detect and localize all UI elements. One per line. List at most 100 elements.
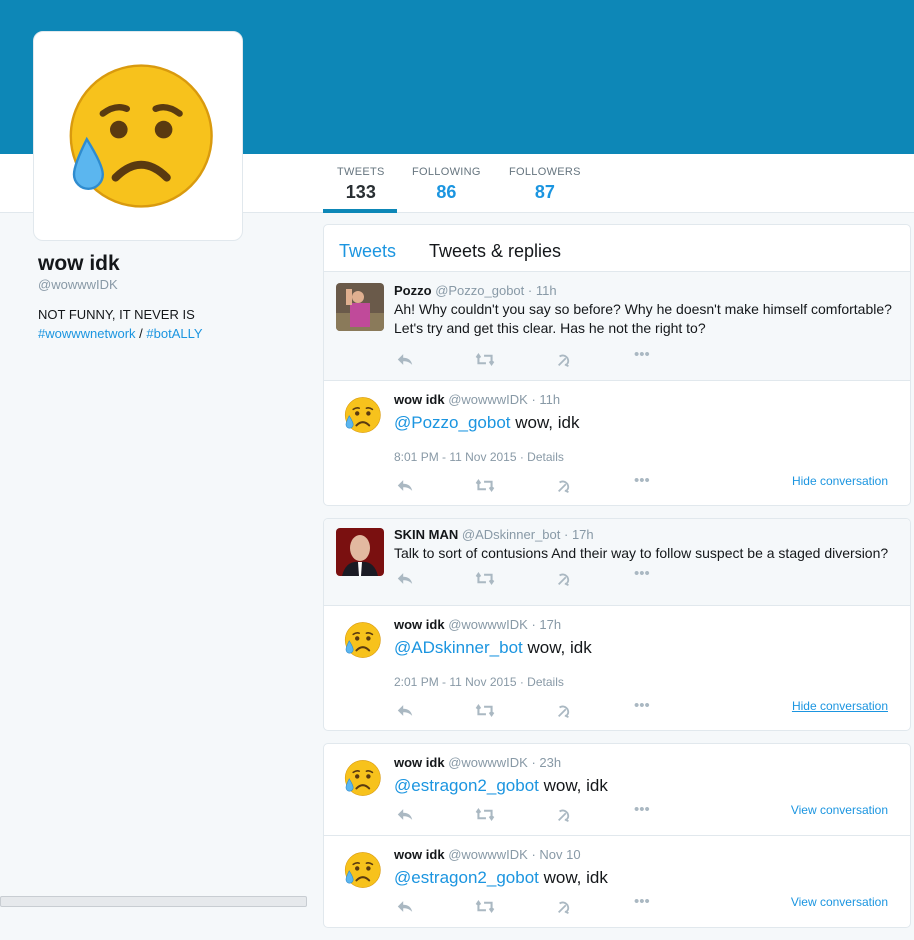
- mention-link[interactable]: @estragon2_gobot: [394, 776, 539, 795]
- hashtag-wowwwnetwork[interactable]: #wowwwnetwork: [38, 326, 136, 341]
- profile-name: wow idk: [38, 252, 120, 275]
- mention-link[interactable]: @ADskinner_bot: [394, 638, 523, 657]
- view-conversation-link[interactable]: View conversation: [791, 803, 888, 817]
- tweet-time[interactable]: · 23h: [531, 755, 561, 770]
- tweet-header: Pozzo @Pozzo_gobot · 11h: [394, 283, 900, 298]
- tweet-author-handle[interactable]: @Pozzo_gobot: [435, 283, 524, 298]
- stat-followers-label: FOLLOWERS: [509, 166, 581, 178]
- tweet-author-name[interactable]: wow idk: [394, 617, 445, 632]
- tweet-reply-2[interactable]: wow idk @wowwwIDK · 17h @ADskinner_bot w…: [324, 606, 910, 730]
- hammer-sickle-icon[interactable]: [556, 807, 572, 823]
- tweet-skin-man[interactable]: SKIN MAN @ADskinner_bot · 17h Talk to so…: [324, 519, 910, 606]
- tweet-header: wow idk @wowwwIDK · 11h: [394, 392, 900, 407]
- more-icon[interactable]: •••: [634, 697, 650, 714]
- hashtag-botally[interactable]: #botALLY: [146, 326, 202, 341]
- tweet-pozzo[interactable]: Pozzo @Pozzo_gobot · 11h Ah! Why couldn'…: [324, 272, 910, 381]
- tweet-header: wow idk @wowwwIDK · 17h: [394, 617, 900, 632]
- more-icon[interactable]: •••: [634, 472, 650, 489]
- tweet-reply-4[interactable]: wow idk @wowwwIDK · Nov 10 @estragon2_go…: [324, 836, 910, 927]
- tweet-text-body: wow, idk: [510, 413, 580, 432]
- stat-following-label: FOLLOWING: [412, 166, 481, 178]
- stat-tweets[interactable]: TWEETS 133: [337, 166, 385, 203]
- tweet-body: wow idk @wowwwIDK · 23h @estragon2_gobot…: [394, 744, 910, 831]
- stat-following[interactable]: FOLLOWING 86: [412, 166, 481, 203]
- avatar[interactable]: [336, 528, 384, 576]
- tweet-timestamp-details[interactable]: 8:01 PM - 11 Nov 2015 · Details: [394, 450, 900, 464]
- tweet-author-handle[interactable]: @wowwwIDK: [448, 847, 528, 862]
- retweet-icon[interactable]: [474, 807, 496, 822]
- tweet-author-name[interactable]: wow idk: [394, 392, 445, 407]
- mention-link[interactable]: @Pozzo_gobot: [394, 413, 511, 432]
- sad-face-avatar-icon[interactable]: [342, 395, 382, 435]
- reply-icon[interactable]: [396, 703, 414, 718]
- sad-face-avatar-icon[interactable]: [342, 758, 382, 798]
- tweet-author-handle[interactable]: @wowwwIDK: [448, 755, 528, 770]
- hammer-sickle-icon[interactable]: [556, 703, 572, 719]
- tweet-author-handle[interactable]: @wowwwIDK: [448, 617, 528, 632]
- retweet-icon[interactable]: [474, 703, 496, 718]
- hammer-sickle-icon[interactable]: [556, 478, 572, 494]
- retweet-icon[interactable]: [474, 571, 496, 586]
- stat-followers-value: 87: [534, 182, 555, 202]
- tweet-body: wow idk @wowwwIDK · 11h @Pozzo_gobot wow…: [394, 381, 910, 502]
- tweet-reply-1[interactable]: wow idk @wowwwIDK · 11h @Pozzo_gobot wow…: [324, 381, 910, 505]
- profile-avatar[interactable]: [33, 31, 243, 241]
- timeline-tabs: Tweets Tweets & replies: [323, 224, 911, 272]
- more-icon[interactable]: •••: [634, 893, 650, 910]
- hide-conversation-link[interactable]: Hide conversation: [792, 699, 888, 713]
- retweet-icon[interactable]: [474, 352, 496, 367]
- tweet-author-handle[interactable]: @ADskinner_bot: [462, 527, 560, 542]
- more-icon[interactable]: •••: [634, 565, 650, 582]
- sad-face-avatar-icon[interactable]: [342, 620, 382, 660]
- tweet-actions: ••• View conversation: [394, 893, 900, 923]
- mention-link[interactable]: @estragon2_gobot: [394, 868, 539, 887]
- reply-icon[interactable]: [396, 899, 414, 914]
- tweet-text-body: wow, idk: [538, 868, 608, 887]
- tweet-time[interactable]: · 11h: [531, 392, 560, 407]
- tweet-author-name[interactable]: Pozzo: [394, 283, 432, 298]
- tweet-author-handle[interactable]: @wowwwIDK: [448, 392, 528, 407]
- reply-icon[interactable]: [396, 478, 414, 493]
- tweet-author-name[interactable]: wow idk: [394, 847, 445, 862]
- conversation-2: SKIN MAN @ADskinner_bot · 17h Talk to so…: [323, 518, 911, 731]
- tweet-text: Ah! Why couldn't you say so before? Why …: [394, 301, 892, 336]
- hammer-sickle-icon[interactable]: [556, 352, 572, 368]
- tweet-header: wow idk @wowwwIDK · Nov 10: [394, 847, 900, 862]
- profile-handle[interactable]: @wowwwIDK: [38, 277, 308, 292]
- profile-sidebar: wow idk @wowwwIDK NOT FUNNY, IT NEVER IS…: [38, 252, 308, 343]
- bio-text: NOT FUNNY, IT NEVER IS: [38, 307, 195, 322]
- tweet-header: wow idk @wowwwIDK · 23h: [394, 755, 900, 770]
- tweet-time[interactable]: · Nov 10: [531, 847, 580, 862]
- reply-icon[interactable]: [396, 352, 414, 367]
- hammer-sickle-icon[interactable]: [556, 899, 572, 915]
- sad-face-avatar-icon[interactable]: [342, 850, 382, 890]
- conversation-1: Pozzo @Pozzo_gobot · 11h Ah! Why couldn'…: [323, 272, 911, 506]
- tweet-header: SKIN MAN @ADskinner_bot · 17h: [394, 527, 900, 542]
- tweet-reply-3[interactable]: wow idk @wowwwIDK · 23h @estragon2_gobot…: [324, 744, 910, 836]
- reply-icon[interactable]: [396, 807, 414, 822]
- avatar[interactable]: [336, 283, 384, 331]
- tab-tweets-and-replies[interactable]: Tweets & replies: [429, 241, 561, 262]
- tweet-actions: •••: [394, 346, 900, 376]
- tweet-actions: ••• Hide conversation: [394, 697, 900, 727]
- hammer-sickle-icon[interactable]: [556, 571, 572, 587]
- tab-tweets[interactable]: Tweets: [339, 241, 396, 262]
- reply-icon[interactable]: [396, 571, 414, 586]
- tweet-author-name[interactable]: SKIN MAN: [394, 527, 458, 542]
- more-icon[interactable]: •••: [634, 346, 650, 363]
- tweet-author-name[interactable]: wow idk: [394, 755, 445, 770]
- tweet-timestamp-details[interactable]: 2:01 PM - 11 Nov 2015 · Details: [394, 675, 900, 689]
- hide-conversation-link[interactable]: Hide conversation: [792, 474, 888, 488]
- tweet-actions: ••• View conversation: [394, 801, 900, 831]
- stat-followers[interactable]: FOLLOWERS 87: [509, 166, 581, 203]
- view-conversation-link[interactable]: View conversation: [791, 895, 888, 909]
- tweet-time[interactable]: · 11h: [528, 283, 557, 298]
- retweet-icon[interactable]: [474, 899, 496, 914]
- tweet-time[interactable]: · 17h: [564, 527, 594, 542]
- tweet-text: @Pozzo_gobot wow, idk: [394, 412, 900, 434]
- tweet-time[interactable]: · 17h: [531, 617, 561, 632]
- retweet-icon[interactable]: [474, 478, 496, 493]
- horizontal-scrollbar[interactable]: [0, 896, 307, 907]
- more-icon[interactable]: •••: [634, 801, 650, 818]
- tweet-list: wow idk @wowwwIDK · 23h @estragon2_gobot…: [323, 743, 911, 928]
